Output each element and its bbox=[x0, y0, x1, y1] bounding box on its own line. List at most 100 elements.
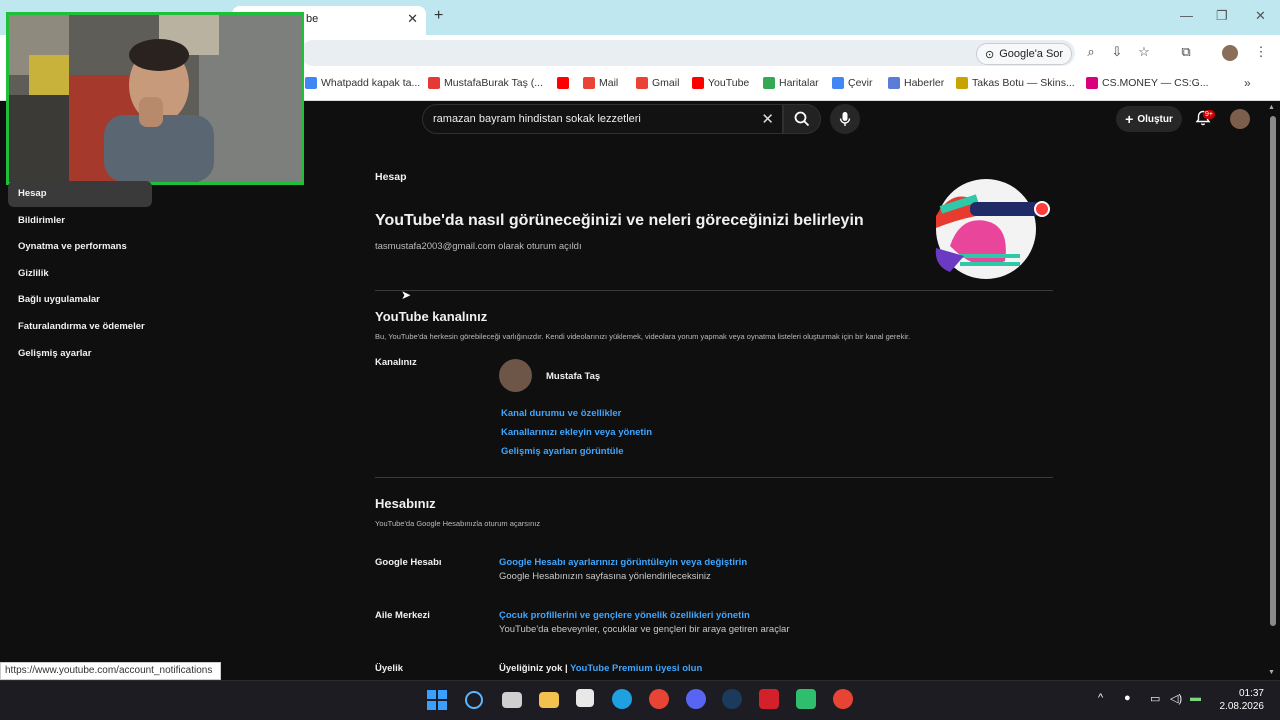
account-avatar[interactable] bbox=[1230, 109, 1250, 129]
account-section-title: Hesabınız bbox=[375, 496, 436, 511]
edge-icon[interactable] bbox=[612, 689, 632, 709]
windows-start-icon[interactable] bbox=[427, 690, 447, 710]
search-input[interactable]: ramazan bayram hindistan sokak lezzetler… bbox=[433, 113, 641, 125]
zoom-icon[interactable]: ⌕ bbox=[1082, 44, 1100, 62]
bookmark-item[interactable]: Haritalar bbox=[763, 77, 819, 89]
address-bar[interactable] bbox=[300, 40, 1075, 66]
gmail-icon bbox=[583, 77, 595, 89]
store-icon[interactable] bbox=[576, 689, 594, 707]
bookmark-item[interactable]: YouTube bbox=[692, 77, 749, 89]
channel-status-link[interactable]: Kanal durumu ve özellikler bbox=[501, 408, 621, 419]
tray-battery-icon[interactable]: ▬ bbox=[1190, 692, 1201, 704]
new-tab-icon[interactable]: + bbox=[434, 7, 443, 25]
google-sor-button[interactable]: ⊙ Google'a Sor bbox=[976, 43, 1072, 65]
steam-icon[interactable] bbox=[722, 689, 742, 709]
close-tab-icon[interactable]: ✕ bbox=[407, 11, 418, 27]
install-app-icon[interactable]: ⇩ bbox=[1108, 44, 1126, 62]
chrome-icon[interactable] bbox=[649, 689, 669, 709]
webcam-overlay bbox=[6, 12, 304, 185]
channel-name: Mustafa Taş bbox=[546, 371, 601, 382]
bookmark-label: Haberler bbox=[904, 77, 945, 89]
tray-mic-icon[interactable]: ● bbox=[1124, 692, 1131, 704]
sidebar-item-bagli-uygulamalar[interactable]: Bağlı uygulamalar bbox=[8, 287, 152, 313]
scroll-down-icon[interactable]: ▼ bbox=[1268, 669, 1275, 676]
clear-search-icon[interactable]: ✕ bbox=[761, 110, 774, 128]
family-center-link[interactable]: Çocuk profillerini ve gençlere yönelik ö… bbox=[499, 610, 750, 621]
window-close-icon[interactable]: ✕ bbox=[1255, 8, 1266, 24]
channel-avatar[interactable] bbox=[499, 359, 532, 392]
bookmark-item[interactable]: MustafaBurak Taş (... bbox=[428, 77, 543, 89]
membership-status: Üyeliğiniz yok | bbox=[499, 663, 571, 674]
search-box[interactable]: ramazan bayram hindistan sokak lezzetler… bbox=[422, 104, 783, 134]
clock-time: 01:37 bbox=[1238, 688, 1264, 699]
bookmark-item[interactable]: Takas Botu — Skins... bbox=[956, 77, 1075, 89]
chrome-active-icon[interactable] bbox=[833, 689, 853, 709]
news-icon bbox=[888, 77, 900, 89]
maximize-icon[interactable]: ❐ bbox=[1216, 8, 1228, 24]
discord-icon[interactable] bbox=[686, 689, 706, 709]
extensions-icon[interactable]: ⧉ bbox=[1177, 44, 1195, 62]
channel-section-desc: Bu, YouTube'da herkesin görebileceği var… bbox=[375, 332, 911, 341]
whatpadd-icon bbox=[305, 77, 317, 89]
bookmark-label: Çevir bbox=[848, 77, 873, 89]
sidebar-item-oynatma[interactable]: Oynatma ve performans bbox=[8, 234, 152, 260]
tray-display-icon[interactable]: ▭ bbox=[1150, 692, 1160, 705]
file-explorer-icon[interactable] bbox=[539, 692, 559, 708]
sidebar-item-faturalandirma[interactable]: Faturalandırma ve ödemeler bbox=[8, 314, 152, 340]
bookmark-item[interactable]: CS.MONEY — CS:G... bbox=[1086, 77, 1209, 89]
google-account-label: Google Hesabı bbox=[375, 557, 442, 568]
bookmark-label: YouTube bbox=[708, 77, 750, 89]
membership-row: Üyeliğiniz yok | YouTube Premium üyesi o… bbox=[499, 663, 702, 674]
search-taskbar-icon[interactable] bbox=[465, 691, 483, 709]
sidebar-item-hesap[interactable]: Hesap bbox=[8, 181, 152, 207]
sidebar-item-gelismis-ayarlar[interactable]: Gelişmiş ayarlar bbox=[8, 341, 152, 367]
link-status-bar: https://www.youtube.com/account_notifica… bbox=[0, 662, 221, 680]
bookmark-item[interactable]: Mail bbox=[583, 77, 618, 89]
create-button[interactable]: + Oluştur bbox=[1116, 106, 1182, 132]
divider bbox=[375, 477, 1053, 478]
bookmark-item[interactable]: Whatpadd kapak ta... bbox=[305, 77, 420, 89]
sidebar-item-gizlilik[interactable]: Gizlilik bbox=[8, 261, 152, 287]
menu-dots-icon[interactable]: ⋮ bbox=[1252, 44, 1270, 62]
tray-volume-icon[interactable]: ◁) bbox=[1170, 692, 1182, 705]
mouse-cursor-icon: ➤ bbox=[401, 288, 412, 302]
family-center-desc: YouTube'da ebeveynler, çocuklar ve gençl… bbox=[499, 624, 790, 635]
voice-search-button[interactable] bbox=[830, 104, 860, 134]
bookmark-item[interactable]: Haberler bbox=[888, 77, 944, 89]
more-bookmarks-icon[interactable]: » bbox=[1244, 76, 1251, 90]
google-account-link[interactable]: Google Hesabı ayarlarınızı görüntüleyin … bbox=[499, 557, 747, 568]
tray-chevron-icon[interactable]: ^ bbox=[1098, 692, 1103, 704]
app-red-icon[interactable] bbox=[759, 689, 779, 709]
page-title: YouTube'da nasıl görüneceğinizi ve neler… bbox=[375, 212, 864, 229]
bookmark-label: CS.MONEY — CS:G... bbox=[1102, 77, 1209, 89]
signed-in-text: tasmustafa2003@gmail.com olarak oturum a… bbox=[375, 241, 582, 252]
aliexpress-icon bbox=[428, 77, 440, 89]
gmail-icon bbox=[636, 77, 648, 89]
app-green-icon[interactable] bbox=[796, 689, 816, 709]
bookmark-label: Gmail bbox=[652, 77, 680, 89]
translate-icon bbox=[832, 77, 844, 89]
family-center-label: Aile Merkezi bbox=[375, 610, 430, 621]
scroll-up-icon[interactable]: ▲ bbox=[1268, 104, 1275, 111]
premium-link[interactable]: YouTube Premium üyesi olun bbox=[570, 663, 702, 674]
bookmark-label: Takas Botu — Skins... bbox=[972, 77, 1075, 89]
task-view-icon[interactable] bbox=[502, 692, 522, 708]
bookmark-item[interactable] bbox=[557, 77, 573, 89]
channel-label: Kanalınız bbox=[375, 357, 417, 368]
minimize-icon[interactable]: — bbox=[1180, 8, 1193, 23]
lens-icon: ⊙ bbox=[985, 48, 995, 61]
sidebar-item-bildirimler[interactable]: Bildirimler bbox=[8, 208, 152, 234]
bookmark-item[interactable]: Çevir bbox=[832, 77, 873, 89]
profile-avatar[interactable] bbox=[1222, 45, 1238, 61]
bookmark-star-icon[interactable]: ☆ bbox=[1135, 44, 1153, 62]
manage-channels-link[interactable]: Kanallarınızı ekleyin veya yönetin bbox=[501, 427, 652, 438]
taskbar-clock[interactable]: 01:37 2.08.2026 bbox=[1214, 687, 1265, 713]
bookmark-item[interactable]: Gmail bbox=[636, 77, 679, 89]
scrollbar-thumb[interactable] bbox=[1270, 116, 1276, 626]
webcam-feed bbox=[9, 15, 301, 182]
advanced-settings-link[interactable]: Gelişmiş ayarları görüntüle bbox=[501, 446, 624, 457]
google-sor-label: Google'a Sor bbox=[999, 48, 1064, 60]
channel-section-title: YouTube kanalınız bbox=[375, 309, 488, 324]
membership-label: Üyelik bbox=[375, 663, 403, 674]
search-button[interactable] bbox=[783, 104, 821, 134]
